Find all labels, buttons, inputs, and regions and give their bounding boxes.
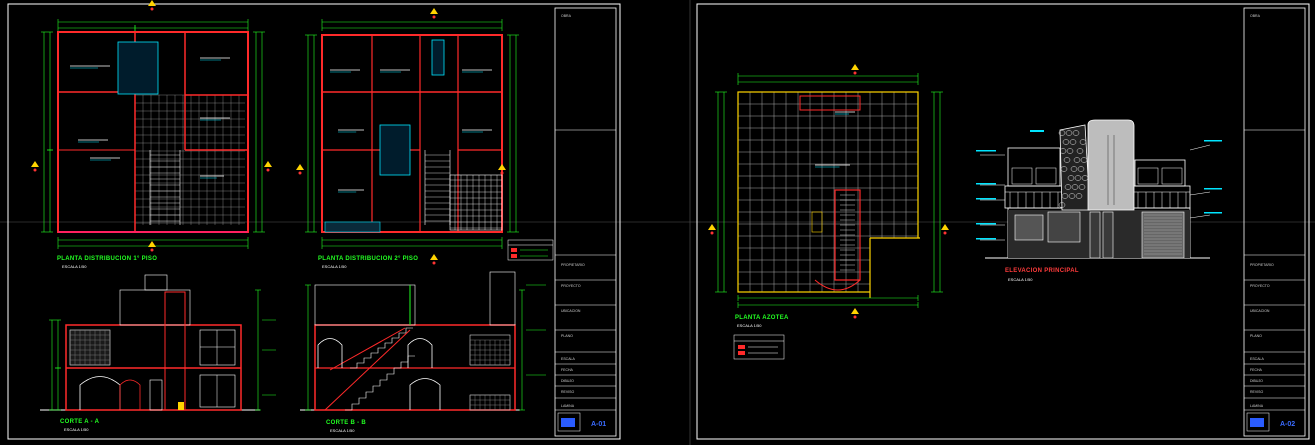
roof-scale: ESCALA 1/50	[737, 323, 762, 328]
sheet2-number: A-02	[1280, 421, 1296, 428]
plan2-title: PLANTA DISTRIBUCION 2° PISO	[318, 256, 419, 262]
section-b-scale: ESCALA 1/50	[330, 428, 355, 433]
tb1-field-4: PLANO	[561, 334, 573, 338]
tb1-field-2: PROYECTO	[561, 284, 581, 288]
tb2-field-4: PLANO	[1250, 334, 1262, 338]
tb2-field-3: UBICACION	[1250, 309, 1270, 313]
tb2-field-1: PROPIETARIO	[1250, 263, 1274, 267]
tb2-field-6: FECHA	[1250, 368, 1262, 372]
tb1-field-5: ESCALA	[561, 357, 575, 361]
elevation-drawing	[976, 119, 1222, 259]
tb1-field-3: UBICACION	[561, 309, 581, 313]
tb2-field-9: LAMINA	[1250, 404, 1264, 408]
tb1-field-8: REVISO	[561, 390, 575, 394]
section-a-drawing	[40, 274, 276, 411]
plan1-drawing	[31, 0, 272, 252]
tb2-field-7: DIBUJO	[1250, 379, 1263, 383]
elevation-title: ELEVACION PRINCIPAL	[1005, 268, 1079, 274]
roof-plan-drawing	[708, 64, 949, 319]
section-b-title: CORTE B - B	[326, 420, 366, 426]
roof-title: PLANTA AZOTEA	[735, 315, 789, 321]
plan2-scale: ESCALA 1/50	[322, 264, 347, 269]
cad-viewport[interactable]	[0, 0, 1315, 445]
tb1-field-7: DIBUJO	[561, 379, 574, 383]
tb1-field-9: LAMINA	[561, 404, 575, 408]
tb1-field-6: FECHA	[561, 368, 573, 372]
tb2-field-8: REVISO	[1250, 390, 1264, 394]
section-b-drawing	[300, 271, 546, 411]
plan2-drawing	[296, 8, 519, 265]
elevation-scale: ESCALA 1/50	[1008, 277, 1033, 282]
tb1-field-0: OBRA	[561, 14, 571, 18]
section-a-title: CORTE A - A	[60, 419, 100, 425]
tb2-field-5: ESCALA	[1250, 357, 1264, 361]
tb2-field-0: OBRA	[1250, 14, 1260, 18]
plan1-title: PLANTA DISTRIBUCION 1° PISO	[57, 256, 158, 262]
tb1-field-1: PROPIETARIO	[561, 263, 585, 267]
tb2-field-2: PROYECTO	[1250, 284, 1270, 288]
section-a-scale: ESCALA 1/50	[64, 427, 89, 432]
roof-legend	[733, 334, 785, 360]
sheet1-number: A-01	[591, 421, 607, 428]
plan2-legend	[507, 239, 554, 261]
plan1-scale: ESCALA 1/50	[62, 264, 87, 269]
